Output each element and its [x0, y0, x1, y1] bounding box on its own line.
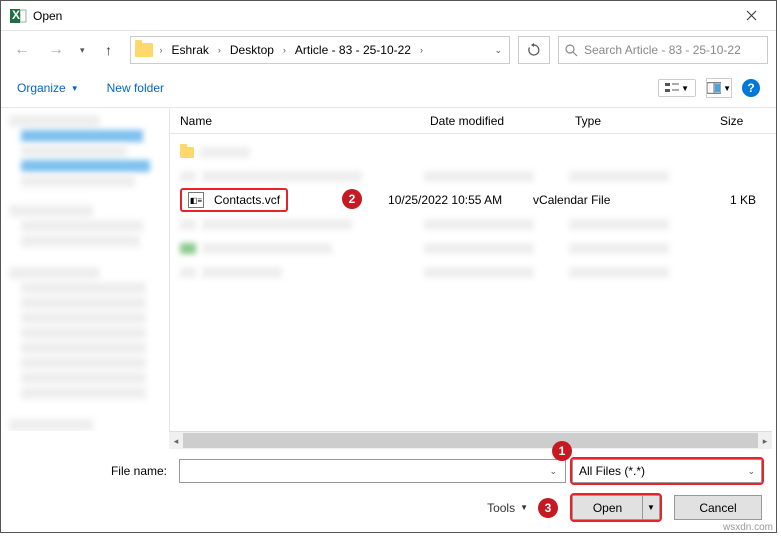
up-button[interactable]: ↑ [96, 37, 122, 63]
refresh-button[interactable] [518, 36, 550, 64]
address-bar[interactable]: › Eshrak › Desktop › Article - 83 - 25-1… [130, 36, 510, 64]
chevron-down-icon[interactable]: ⌄ [491, 45, 505, 56]
chevron-right-icon: › [157, 45, 166, 55]
chevron-right-icon: › [417, 45, 426, 55]
search-icon [565, 44, 578, 57]
table-row[interactable] [170, 260, 776, 284]
file-date: 10/25/2022 10:55 AM [388, 193, 533, 207]
dialog-title: Open [33, 9, 729, 23]
scroll-left-icon[interactable]: ◂ [169, 432, 183, 450]
annotation-marker-1: 1 [552, 441, 572, 461]
filename-label: File name: [15, 464, 173, 478]
file-type-filter[interactable]: All Files (*.*) ⌄ [572, 459, 762, 483]
breadcrumb-part[interactable]: Eshrak [170, 41, 211, 59]
annotation-marker-3: 3 [538, 498, 558, 518]
help-button[interactable]: ? [742, 79, 760, 97]
cancel-button[interactable]: Cancel [674, 495, 762, 520]
chevron-right-icon: › [280, 45, 289, 55]
search-placeholder: Search Article - 83 - 25-10-22 [584, 43, 741, 57]
open-button[interactable]: Open ▼ [572, 495, 660, 520]
filename-input[interactable]: ⌄ [179, 459, 566, 483]
open-button-dropdown[interactable]: ▼ [642, 495, 660, 520]
breadcrumb-part[interactable]: Desktop [228, 41, 276, 59]
scroll-thumb[interactable] [183, 433, 758, 448]
file-type: vCalendar File [533, 193, 678, 207]
folder-icon [135, 43, 153, 57]
button-row: Tools ▼ 3 Open ▼ Cancel [15, 495, 762, 520]
new-folder-button[interactable]: New folder [107, 81, 164, 95]
filter-value: All Files (*.*) [579, 464, 645, 478]
chevron-down-icon: ⌄ [747, 466, 755, 477]
highlight-box: ◧≡ Contacts.vcf [180, 188, 288, 212]
open-button-main[interactable]: Open [572, 495, 642, 520]
close-button[interactable] [729, 2, 774, 30]
table-row[interactable] [170, 212, 776, 236]
scroll-right-icon[interactable]: ▸ [758, 432, 772, 450]
horizontal-scrollbar[interactable]: ◂ ▸ [169, 431, 772, 449]
table-row[interactable] [170, 164, 776, 188]
body-area: Name Date modified Type Size [1, 107, 776, 431]
nav-row: ← → ▾ ↑ › Eshrak › Desktop › Article - 8… [1, 31, 776, 69]
file-size: 1 KB [678, 193, 776, 207]
forward-button[interactable]: → [43, 37, 69, 63]
col-name[interactable]: Name [170, 114, 430, 128]
tools-menu[interactable]: Tools ▼ [487, 501, 528, 515]
organize-menu[interactable]: Organize ▼ [17, 81, 79, 95]
search-box[interactable]: Search Article - 83 - 25-10-22 [558, 36, 768, 64]
file-panel: Name Date modified Type Size [169, 108, 776, 431]
history-chevron[interactable]: ▾ [77, 45, 88, 56]
svg-text:X: X [12, 8, 20, 22]
column-headers: Name Date modified Type Size [170, 108, 776, 134]
chevron-right-icon: › [215, 45, 224, 55]
view-mode-button[interactable]: ▼ [658, 79, 696, 97]
title-bar: X Open [1, 1, 776, 31]
watermark: wsxdn.com [723, 522, 773, 533]
table-row[interactable] [170, 140, 776, 164]
excel-icon: X [9, 7, 27, 25]
filename-row: File name: ⌄ All Files (*.*) ⌄ [15, 459, 762, 483]
file-row-contacts[interactable]: ◧≡ Contacts.vcf 2 10/25/2022 10:55 AM vC… [170, 188, 776, 212]
toolbar: Organize ▼ New folder ▼ ▼ ? [1, 69, 776, 107]
file-name: Contacts.vcf [214, 193, 280, 207]
open-dialog: X Open ← → ▾ ↑ › Eshrak › Desktop › Arti… [0, 0, 777, 533]
annotation-marker-2: 2 [342, 189, 362, 209]
file-list: ◧≡ Contacts.vcf 2 10/25/2022 10:55 AM vC… [170, 134, 776, 431]
col-type[interactable]: Type [575, 114, 720, 128]
toolbar-right: ▼ ▼ ? [658, 78, 760, 98]
footer: 1 File name: ⌄ All Files (*.*) ⌄ Tools ▼… [1, 453, 776, 532]
back-button[interactable]: ← [9, 37, 35, 63]
vcf-icon: ◧≡ [188, 192, 204, 208]
table-row[interactable] [170, 236, 776, 260]
folder-icon [180, 147, 194, 158]
preview-pane-button[interactable]: ▼ [706, 78, 732, 98]
nav-sidebar[interactable] [1, 108, 169, 431]
col-date[interactable]: Date modified [430, 114, 575, 128]
breadcrumb-part[interactable]: Article - 83 - 25-10-22 [293, 41, 413, 59]
col-size[interactable]: Size [720, 114, 776, 128]
